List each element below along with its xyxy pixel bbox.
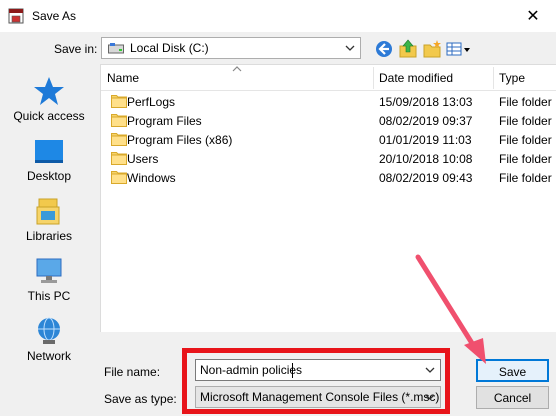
desktop-icon (35, 140, 63, 163)
place-label: Quick access (13, 109, 85, 123)
file-date-modified: 08/02/2019 09:43 (379, 171, 473, 185)
file-name-value: Non-admin policies (200, 363, 303, 377)
up-folder-icon[interactable] (398, 39, 418, 59)
column-type[interactable]: Type (499, 71, 525, 85)
file-type: File folder (499, 171, 552, 185)
file-name-label: File name: (104, 365, 161, 379)
place-desktop[interactable]: Desktop (0, 136, 98, 196)
file-date-modified: 20/10/2018 10:08 (379, 152, 473, 166)
file-type: File folder (499, 114, 552, 128)
file-name: Windows (127, 171, 176, 185)
chevron-down-icon (345, 45, 355, 51)
folder-icon (111, 171, 127, 184)
dialog-body: Save in: Local Disk (C:) Quick access De… (0, 32, 556, 416)
file-date-modified: 01/01/2019 11:03 (379, 133, 472, 147)
file-type: File folder (499, 133, 552, 147)
file-row[interactable]: Program Files (x86) 01/01/2019 11:03 File … (101, 130, 556, 149)
save-in-label: Save in: (54, 42, 98, 56)
file-name: PerfLogs (127, 95, 176, 109)
libraries-icon (36, 198, 60, 225)
place-network[interactable]: Network (0, 316, 98, 376)
file-type: File folder (499, 95, 552, 109)
folder-icon (111, 95, 127, 108)
save-in-dropdown[interactable]: Local Disk (C:) (101, 37, 361, 59)
file-date-modified: 15/09/2018 13:03 (379, 95, 473, 109)
close-button[interactable]: ✕ (510, 0, 556, 32)
column-divider[interactable] (373, 67, 374, 89)
file-name: Users (127, 152, 159, 166)
folder-icon (111, 152, 127, 165)
column-divider[interactable] (493, 67, 494, 89)
place-label: Desktop (26, 169, 72, 183)
file-name: Program Files (127, 114, 202, 128)
window-title: Save As (32, 9, 77, 23)
folder-icon (111, 114, 127, 127)
folder-icon (111, 133, 127, 146)
file-row[interactable]: PerfLogs 15/09/2018 13:03 File folder (101, 92, 556, 111)
computer-icon (36, 258, 62, 283)
title-bar: Save As ✕ (0, 0, 556, 32)
file-row[interactable]: Windows 08/02/2019 09:43 File folder (101, 168, 556, 187)
chevron-down-icon[interactable] (424, 364, 436, 376)
new-folder-icon[interactable] (422, 39, 442, 59)
file-name-input[interactable]: Non-admin policies (195, 359, 441, 381)
file-list[interactable]: Name Date modified Type PerfLogs 15/09/20… (100, 64, 556, 332)
column-date-modified[interactable]: Date modified (379, 71, 453, 85)
place-this-pc[interactable]: This PC (0, 256, 98, 316)
save-in-value: Local Disk (C:) (130, 41, 209, 55)
column-header-row: Name Date modified Type (101, 65, 556, 91)
save-as-type-dropdown[interactable]: Microsoft Management Console Files (*.ms… (195, 386, 441, 408)
save-as-type-label: Save as type: (104, 392, 177, 406)
column-name[interactable]: Name (107, 71, 139, 85)
view-menu-icon[interactable] (446, 39, 472, 59)
network-icon (38, 317, 60, 344)
file-row[interactable]: Program Files 08/02/2019 09:37 File folder (101, 111, 556, 130)
close-icon: ✕ (526, 8, 540, 25)
file-name: Program Files (x86) (127, 133, 233, 147)
save-button[interactable]: Save (476, 359, 549, 382)
save-dialog-icon (8, 8, 24, 24)
places-bar: Quick access Desktop Libraries This PC N… (0, 64, 98, 416)
file-date-modified: 08/02/2019 09:37 (379, 114, 473, 128)
drive-icon (108, 43, 124, 54)
place-quick-access[interactable]: Quick access (0, 76, 98, 136)
place-label: Libraries (25, 229, 73, 243)
sort-ascending-icon (232, 66, 242, 72)
place-label: Network (26, 349, 71, 363)
file-type: File folder (499, 152, 552, 166)
save-as-type-value: Microsoft Management Console Files (*.ms… (200, 390, 440, 404)
chevron-down-icon (425, 394, 435, 400)
place-libraries[interactable]: Libraries (0, 196, 98, 256)
cancel-button[interactable]: Cancel (476, 386, 549, 409)
star-icon (34, 77, 64, 105)
file-row[interactable]: Users 20/10/2018 10:08 File folder (101, 149, 556, 168)
back-icon[interactable] (374, 39, 394, 59)
text-cursor (292, 363, 293, 378)
place-label: This PC (27, 289, 71, 303)
